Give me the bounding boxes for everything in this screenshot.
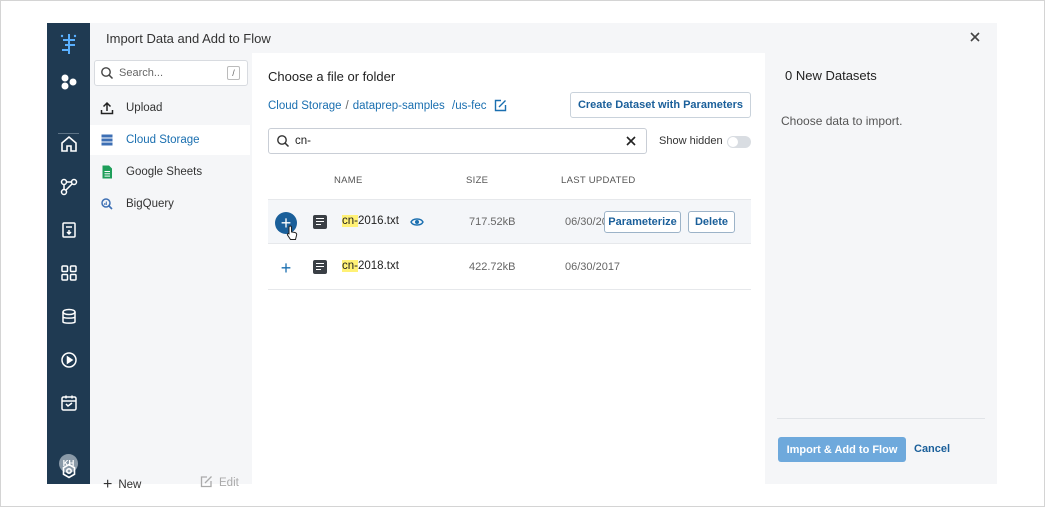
database-icon[interactable]	[47, 303, 90, 331]
file-name-rest: 2018.txt	[357, 260, 399, 272]
logo-icon[interactable]	[47, 30, 90, 58]
apps-icon[interactable]	[47, 68, 90, 96]
dialog-header: Import Data and Add to Flow	[90, 23, 997, 53]
source-search-input[interactable]: Search... /	[94, 60, 248, 86]
empty-state-text: Choose data to import.	[781, 114, 903, 128]
preview-eye-icon[interactable]	[410, 216, 424, 231]
file-last-updated: 06/30/2017	[565, 216, 605, 228]
add-file-button[interactable]: +	[275, 257, 297, 279]
breadcrumb-cloud-storage[interactable]: Cloud Storage	[268, 100, 342, 112]
file-name[interactable]: cn-2016.txt	[342, 215, 399, 227]
file-last-updated: 06/30/2017	[565, 261, 621, 273]
new-datasets-count: 0 New Datasets	[785, 68, 877, 83]
play-icon[interactable]	[47, 346, 90, 374]
show-hidden-label: Show hidden	[659, 135, 723, 147]
match-highlight: cn-	[342, 215, 358, 227]
edit-icon	[200, 476, 212, 488]
edit-path-icon[interactable]	[494, 99, 507, 115]
source-label: Upload	[126, 102, 163, 114]
bigquery-icon	[100, 197, 114, 211]
close-icon[interactable]	[967, 29, 983, 45]
upload-icon	[100, 101, 114, 115]
file-row[interactable]: + cn-2016.txt 717.52kB 06/30/2017 Parame…	[268, 199, 751, 244]
breadcrumb-bucket[interactable]: dataprep-samples	[353, 100, 445, 112]
source-item-bigquery[interactable]: BigQuery	[90, 189, 250, 219]
parameterize-button[interactable]: Parameterize	[604, 211, 681, 233]
edit-connection-button[interactable]: Edit	[200, 475, 239, 489]
breadcrumb-folder[interactable]: /us-fec	[452, 100, 487, 112]
home-icon[interactable]	[47, 130, 90, 158]
file-text-icon	[313, 215, 327, 229]
source-item-upload[interactable]: Upload	[90, 93, 250, 123]
source-item-google-sheets[interactable]: Google Sheets	[90, 157, 250, 187]
cancel-button[interactable]: Cancel	[914, 443, 950, 455]
storage-icon	[100, 133, 114, 147]
file-size: 717.52kB	[469, 216, 516, 228]
source-sidebar: Search... / Upload Cloud Storage Google …	[90, 53, 252, 493]
file-search-field[interactable]	[268, 128, 647, 154]
source-item-cloud-storage[interactable]: Cloud Storage	[90, 125, 250, 155]
flow-icon[interactable]	[47, 173, 90, 201]
source-label: Google Sheets	[126, 166, 203, 178]
cursor-icon	[286, 225, 298, 240]
dialog-title: Import Data and Add to Flow	[106, 31, 271, 46]
match-highlight: cn-	[342, 260, 358, 272]
edit-label: Edit	[219, 477, 239, 489]
nav-rail: KH	[47, 23, 90, 484]
show-hidden-toggle[interactable]	[727, 136, 751, 148]
file-row[interactable]: + cn-2018.txt 422.72kB 06/30/2017	[268, 245, 751, 290]
file-name[interactable]: cn-2018.txt	[342, 260, 399, 272]
breadcrumb-separator: /	[345, 100, 349, 112]
panel-divider	[777, 418, 985, 419]
source-label: Cloud Storage	[126, 134, 200, 146]
delete-button[interactable]: Delete	[688, 211, 735, 233]
file-search-input[interactable]	[295, 133, 615, 149]
sidebar-footer: + New Edit	[90, 475, 252, 495]
settings-icon[interactable]	[47, 457, 90, 485]
browser-heading: Choose a file or folder	[268, 69, 396, 84]
import-dialog: Import Data and Add to Flow Search... / …	[90, 23, 997, 493]
library-icon[interactable]	[47, 259, 90, 287]
calendar-icon[interactable]	[47, 389, 90, 417]
plus-icon: +	[103, 476, 113, 493]
column-header-size[interactable]: SIZE	[466, 175, 488, 186]
source-label: BigQuery	[126, 198, 174, 210]
search-shortcut-badge: /	[227, 66, 240, 80]
column-header-name[interactable]: NAME	[334, 175, 363, 186]
new-connection-button[interactable]: + New	[103, 475, 141, 493]
breadcrumb: Cloud Storage / dataprep-samples /us-fec	[268, 99, 507, 115]
clear-search-icon[interactable]	[624, 134, 638, 151]
column-header-last-updated[interactable]: LAST UPDATED	[561, 175, 636, 186]
search-placeholder: Search...	[119, 67, 164, 79]
file-browser: Choose a file or folder Cloud Storage / da…	[252, 53, 764, 484]
search-icon	[100, 66, 114, 83]
job-icon[interactable]	[47, 216, 90, 244]
new-label: New	[118, 479, 142, 491]
search-icon	[276, 134, 290, 151]
import-add-to-flow-button[interactable]: Import & Add to Flow	[778, 437, 906, 462]
datasets-panel: 0 New Datasets Choose data to import. Im…	[765, 53, 997, 484]
sheets-icon	[100, 165, 114, 179]
file-text-icon	[313, 260, 327, 274]
toggle-knob	[728, 137, 738, 147]
create-dataset-with-parameters-button[interactable]: Create Dataset with Parameters	[570, 92, 751, 118]
file-name-rest: 2016.txt	[357, 215, 399, 227]
file-size: 422.72kB	[469, 261, 516, 273]
